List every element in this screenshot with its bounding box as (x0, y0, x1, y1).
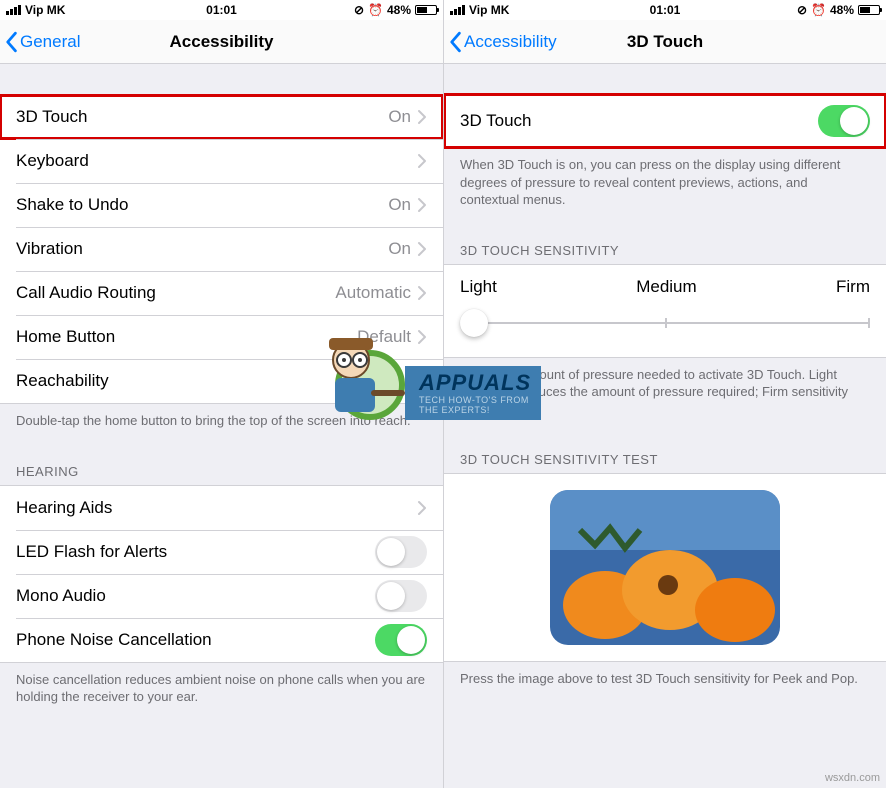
row-value: On (388, 107, 411, 127)
chevron-left-icon (4, 31, 18, 53)
group-3d-touch-toggle: 3D Touch (444, 94, 886, 148)
test-header: 3D TOUCH SENSITIVITY TEST (444, 432, 886, 473)
row-mono-audio[interactable]: Mono Audio (0, 574, 443, 618)
carrier-label: Vip MK (25, 3, 65, 17)
back-button[interactable]: Accessibility (444, 31, 557, 53)
test-footer: Press the image above to test 3D Touch s… (444, 662, 886, 702)
toggle-3d-touch[interactable] (818, 105, 870, 137)
group-hearing: Hearing Aids LED Flash for Alerts Mono A… (0, 485, 443, 663)
carrier-label: Vip MK (469, 3, 509, 17)
navbar: Accessibility 3D Touch (444, 20, 886, 64)
signal-icon (450, 5, 465, 15)
watermark-tagline-2: THE EXPERTS! (419, 406, 531, 416)
toggle-led-flash[interactable] (375, 536, 427, 568)
image-credit: wsxdn.com (825, 772, 880, 784)
slider-max-label: Firm (836, 277, 870, 297)
watermark-banner: APPUALS TECH HOW-TO'S FROM THE EXPERTS! (405, 366, 541, 420)
chevron-right-icon (417, 109, 427, 125)
chevron-right-icon (417, 285, 427, 301)
sensitivity-test-area (444, 473, 886, 662)
chevron-right-icon (417, 241, 427, 257)
row-label: Shake to Undo (16, 195, 388, 215)
row-call-audio-routing[interactable]: Call Audio Routing Automatic (0, 271, 443, 315)
battery-pct: 48% (387, 3, 411, 17)
alarm-icon: ⏰ (811, 3, 826, 17)
dnd-icon: ⊘ (354, 3, 364, 17)
battery-pct: 48% (830, 3, 854, 17)
slider-thumb[interactable] (460, 309, 488, 337)
watermark: APPUALS TECH HOW-TO'S FROM THE EXPERTS! (335, 350, 541, 420)
back-label: Accessibility (464, 32, 557, 52)
status-bar: Vip MK 01:01 ⊘ ⏰ 48% (444, 0, 886, 20)
battery-icon (415, 5, 437, 15)
row-value: On (388, 195, 411, 215)
dnd-icon: ⊘ (797, 3, 807, 17)
row-value: Automatic (335, 283, 411, 303)
chevron-right-icon (417, 197, 427, 213)
row-3d-touch-toggle[interactable]: 3D Touch (444, 95, 886, 147)
sensitivity-slider-group: Light Medium Firm (444, 264, 886, 358)
row-shake-to-undo[interactable]: Shake to Undo On (0, 183, 443, 227)
chevron-right-icon (417, 153, 427, 169)
row-label: Vibration (16, 239, 388, 259)
row-label: Hearing Aids (16, 498, 417, 518)
sensitivity-slider[interactable] (460, 309, 870, 337)
hearing-header: HEARING (0, 444, 443, 485)
row-label: LED Flash for Alerts (16, 542, 375, 562)
toggle-noise-cancellation[interactable] (375, 624, 427, 656)
slider-min-label: Light (460, 277, 497, 297)
row-label: 3D Touch (16, 107, 388, 127)
battery-icon (858, 5, 880, 15)
navbar: General Accessibility (0, 20, 443, 64)
flower-photo-icon (550, 490, 780, 645)
watermark-mascot-icon (311, 330, 421, 430)
test-image[interactable] (550, 490, 780, 645)
alarm-icon: ⏰ (368, 3, 383, 17)
row-noise-cancellation[interactable]: Phone Noise Cancellation (0, 618, 443, 662)
back-label: General (20, 32, 80, 52)
row-label: Mono Audio (16, 586, 375, 606)
sensitivity-header: 3D TOUCH SENSITIVITY (444, 223, 886, 264)
row-label: Keyboard (16, 151, 417, 171)
row-label: Home Button (16, 327, 357, 347)
signal-icon (6, 5, 21, 15)
row-hearing-aids[interactable]: Hearing Aids (0, 486, 443, 530)
chevron-left-icon (448, 31, 462, 53)
noise-footer: Noise cancellation reduces ambient noise… (0, 663, 443, 720)
toggle-footer: When 3D Touch is on, you can press on th… (444, 148, 886, 223)
row-led-flash[interactable]: LED Flash for Alerts (0, 530, 443, 574)
chevron-right-icon (417, 500, 427, 516)
slider-mid-label: Medium (636, 277, 696, 297)
row-label: Phone Noise Cancellation (16, 630, 375, 650)
row-keyboard[interactable]: Keyboard (0, 139, 443, 183)
row-value: On (388, 239, 411, 259)
row-3d-touch[interactable]: 3D Touch On (0, 95, 443, 139)
status-bar: Vip MK 01:01 ⊘ ⏰ 48% (0, 0, 443, 20)
watermark-brand: APPUALS (419, 370, 531, 396)
row-label: Call Audio Routing (16, 283, 335, 303)
row-label: 3D Touch (460, 111, 818, 131)
row-vibration[interactable]: Vibration On (0, 227, 443, 271)
toggle-mono-audio[interactable] (375, 580, 427, 612)
back-button[interactable]: General (0, 31, 80, 53)
